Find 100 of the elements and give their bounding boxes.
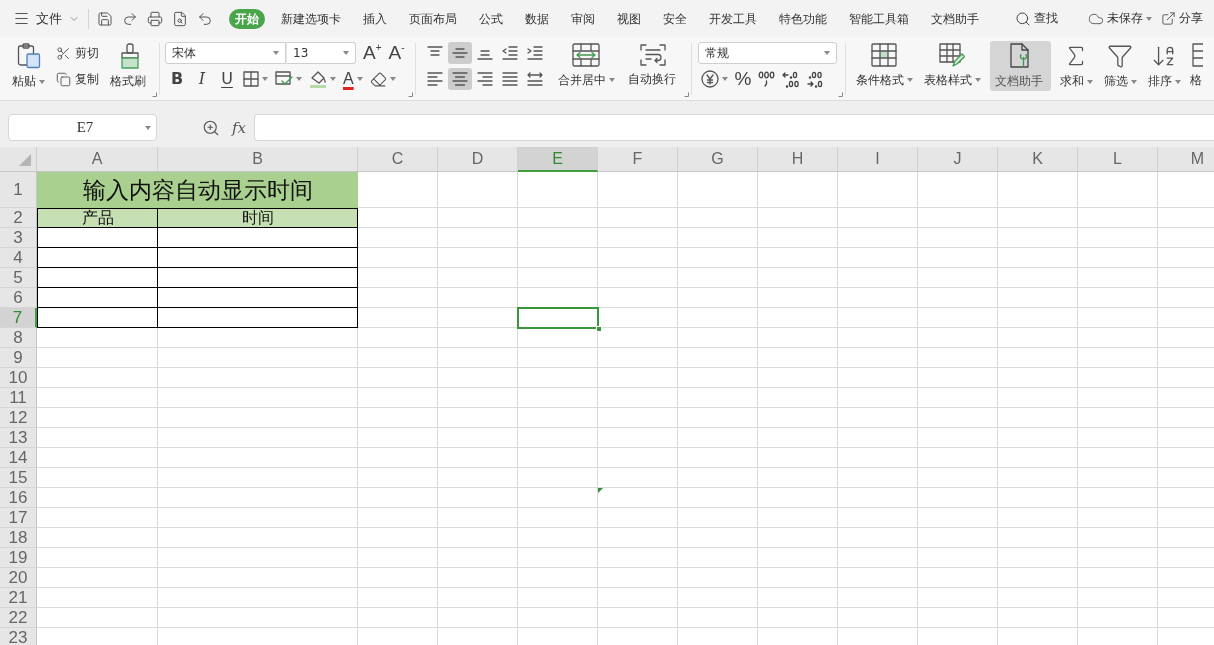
row-header[interactable]: 21 [0,588,37,608]
cell-style-icon [275,71,293,87]
row-header[interactable]: 22 [0,608,37,628]
caret-icon [145,125,151,130]
share-button[interactable]: 分享 [1161,10,1203,27]
row-header[interactable]: 15 [0,468,37,488]
column-header[interactable]: F [598,147,678,172]
row-header[interactable]: 12 [0,408,37,428]
toolbar-button[interactable]: 格 [1189,41,1204,91]
row-header[interactable]: 17 [0,508,37,528]
align-center-button[interactable] [447,68,472,90]
row-header[interactable]: 18 [0,528,37,548]
copy-button[interactable]: 复制 [54,68,101,90]
dialog-launcher-icon[interactable] [837,92,843,97]
zoom-in-icon[interactable] [202,118,220,137]
row-header[interactable]: 1 [0,172,37,208]
dialog-launcher-icon[interactable] [683,92,689,97]
align-middle-button[interactable] [447,42,472,64]
italic-button[interactable]: I [190,68,214,90]
percent-button[interactable]: % [731,68,755,90]
justify-icon [501,72,518,86]
doc-assistant-button[interactable]: 文档助手 [989,41,1051,91]
name-box[interactable]: E7 [8,114,157,141]
caret-icon [1130,79,1137,84]
row-header[interactable]: 6 [0,288,37,308]
bold-button[interactable]: B [165,68,189,90]
column-header[interactable]: C [358,147,438,172]
row-header[interactable]: 19 [0,548,37,568]
column-header[interactable]: M [1158,147,1214,172]
conditional-format-button[interactable]: 条件格式 [853,41,915,91]
print-preview-icon[interactable] [172,10,188,27]
table-style-button[interactable]: 表格样式 [921,41,983,91]
paste-button[interactable]: 粘贴 [10,41,47,91]
ribbon-tab[interactable]: 智能工具箱 [843,8,915,29]
row-header[interactable]: 3 [0,228,37,248]
dialog-launcher-icon[interactable] [152,92,157,97]
dialog-launcher-icon[interactable] [407,92,413,97]
caret-icon [721,77,728,81]
ribbon-tab[interactable]: 新建选项卡 [275,8,347,29]
sort-button[interactable]: 排序 [1145,41,1183,91]
ribbon-tab[interactable]: 开发工具 [703,8,763,29]
column-header[interactable]: J [918,147,998,172]
ribbon-tab[interactable]: 文档助手 [925,8,985,29]
increase-font-size-button[interactable]: A$^{+}$ [361,42,384,64]
file-menu[interactable]: 文件 [13,7,80,30]
number-format-select[interactable]: 常规 [697,42,837,64]
column-header[interactable]: L [1078,147,1158,172]
row-header[interactable]: 14 [0,448,37,468]
font-color-button[interactable]: A [340,68,366,90]
font-name-select[interactable]: 宋体 [165,42,286,64]
column-header[interactable]: B [158,147,358,172]
borders-button[interactable] [240,68,271,90]
row-header[interactable]: 5 [0,268,37,288]
eraser-icon [369,70,387,88]
row-header[interactable]: 4 [0,248,37,268]
column-header[interactable]: G [678,147,758,172]
ribbon-tab[interactable]: 视图 [611,8,647,29]
cut-button[interactable]: 剪切 [54,42,101,64]
row-header[interactable]: 20 [0,568,37,588]
ribbon-tab[interactable]: 特色功能 [773,8,833,29]
wrap-text-button[interactable]: 自动换行 [625,41,681,91]
decrease-font-size-button[interactable]: A$^{-}$ [386,42,407,64]
column-header[interactable]: H [758,147,838,172]
print-icon[interactable] [147,10,163,27]
save-status-button[interactable]: 未保存 [1088,10,1152,27]
merge-center-button[interactable]: 合并居中 [555,41,617,91]
align-right-icon [476,72,493,86]
column-header[interactable]: D [438,147,518,172]
row-header[interactable]: 2 [0,208,37,228]
redo-icon[interactable] [122,10,138,27]
row-header[interactable]: 8 [0,328,37,348]
row-header[interactable]: 9 [0,348,37,368]
ribbon-tab[interactable]: 插入 [357,8,393,29]
row-header[interactable]: 11 [0,388,37,408]
ribbon-tab[interactable]: 页面布局 [403,8,463,29]
row-header[interactable]: 23 [0,628,37,645]
row-header[interactable]: 10 [0,368,37,388]
fill-handle[interactable] [596,326,602,332]
column-header[interactable]: I [838,147,918,172]
formula-input[interactable] [254,114,1214,141]
column-header[interactable]: K [998,147,1078,172]
sum-button[interactable]: 求和 [1057,41,1095,91]
row-header[interactable]: 16 [0,488,37,508]
row-header[interactable]: 13 [0,428,37,448]
filter-button[interactable]: 筛选 [1101,41,1139,91]
caret-icon [343,51,349,55]
undo-icon[interactable] [197,10,213,27]
caret-icon [273,51,279,55]
ribbon-tab[interactable]: 审阅 [565,8,601,29]
font-size-select[interactable]: 13 [286,42,356,64]
fx-button[interactable]: fx [228,114,250,141]
find-button[interactable]: 查找 [1015,10,1058,27]
ribbon-tab[interactable]: 安全 [657,8,693,29]
ribbon-tab[interactable]: 数据 [519,8,555,29]
caret-icon [1146,16,1152,21]
underline-button[interactable]: U [215,68,239,90]
save-icon[interactable] [97,10,113,27]
column-header[interactable]: A [37,147,158,172]
ribbon-tab[interactable]: 公式 [473,8,509,29]
format-painter-button[interactable]: 格式刷 [108,41,151,91]
